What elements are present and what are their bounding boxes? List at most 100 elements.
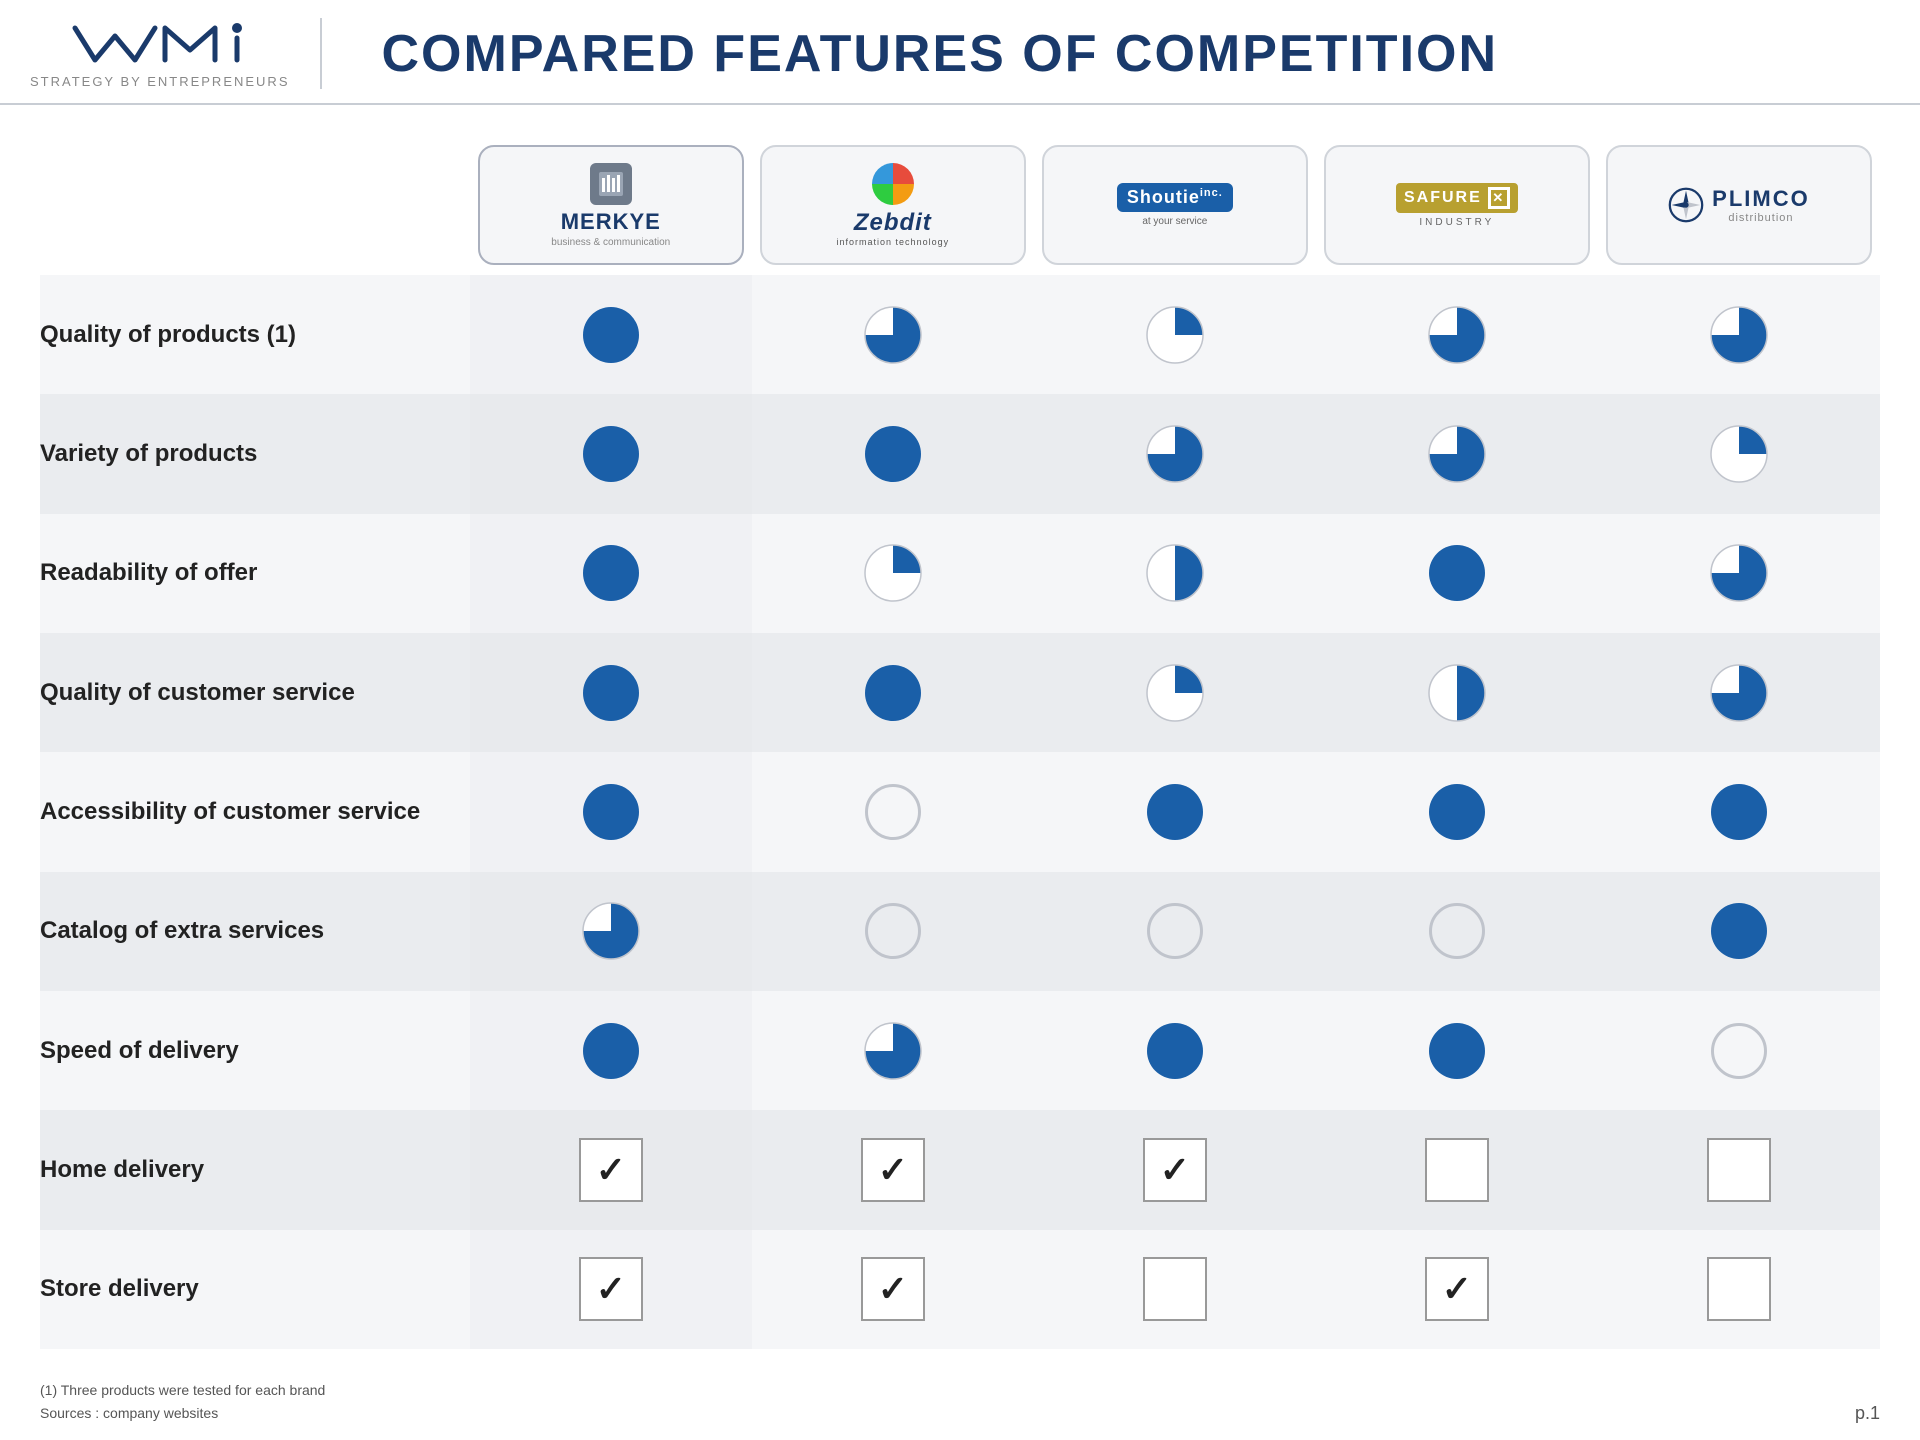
safure-card: SAFURE ✕ INDUSTRY bbox=[1324, 145, 1590, 265]
circle-container bbox=[752, 872, 1034, 991]
feature-value-cell bbox=[1034, 275, 1316, 394]
circle-container bbox=[1316, 1110, 1598, 1229]
circle-container bbox=[1034, 752, 1316, 871]
circle-indicator bbox=[1425, 1019, 1489, 1083]
zebdit-circle-logo bbox=[872, 163, 914, 205]
circle-container bbox=[1034, 275, 1316, 394]
circle-container bbox=[1316, 752, 1598, 871]
logo-area: STRATEGY BY ENTREPRENEURS bbox=[30, 18, 322, 89]
table-row: Readability of offer bbox=[40, 514, 1880, 633]
circle-container bbox=[1316, 991, 1598, 1110]
feature-label: Quality of customer service bbox=[40, 633, 470, 752]
circle-container bbox=[1316, 872, 1598, 991]
feature-value-cell bbox=[1034, 1110, 1316, 1229]
feature-value-cell bbox=[1034, 633, 1316, 752]
feature-value-cell bbox=[1316, 752, 1598, 871]
checkbox-checked bbox=[861, 1138, 925, 1202]
feature-value-cell bbox=[470, 275, 752, 394]
shoutie-name: Shoutieinc. bbox=[1117, 183, 1233, 212]
feature-value-cell bbox=[1034, 872, 1316, 991]
feature-label: Readability of offer bbox=[40, 514, 470, 633]
feature-value-cell bbox=[752, 394, 1034, 513]
plimco-compass-icon bbox=[1668, 187, 1704, 223]
feature-value-cell bbox=[1316, 1110, 1598, 1229]
company-header-merkye: MERKYE business & communication bbox=[470, 135, 752, 275]
circle-container bbox=[752, 633, 1034, 752]
footer: (1) Three products were tested for each … bbox=[0, 1369, 1920, 1440]
feature-value-cell bbox=[470, 1110, 752, 1229]
feature-value-cell bbox=[1598, 633, 1880, 752]
circle-indicator bbox=[579, 422, 643, 486]
shoutie-sub: at your service bbox=[1142, 216, 1207, 227]
feature-value-cell bbox=[470, 514, 752, 633]
comparison-table: MERKYE business & communication Zebdit i… bbox=[40, 135, 1880, 1349]
feature-value-cell bbox=[1034, 752, 1316, 871]
feature-value-cell bbox=[752, 514, 1034, 633]
circle-container bbox=[1316, 514, 1598, 633]
feature-value-cell bbox=[1598, 872, 1880, 991]
main-content: MERKYE business & communication Zebdit i… bbox=[0, 105, 1920, 1369]
zebdit-card: Zebdit information technology bbox=[760, 145, 1026, 265]
circle-container bbox=[752, 275, 1034, 394]
circle-container bbox=[1034, 633, 1316, 752]
feature-value-cell bbox=[752, 1230, 1034, 1349]
circle-container bbox=[1034, 872, 1316, 991]
circle-container bbox=[1034, 1110, 1316, 1229]
feature-value-cell bbox=[1034, 991, 1316, 1110]
feature-value-cell bbox=[470, 394, 752, 513]
circle-container bbox=[470, 991, 752, 1110]
checkbox-checked bbox=[1143, 1138, 1207, 1202]
checkbox-checked bbox=[861, 1257, 925, 1321]
plimco-card: PLIMCO distribution bbox=[1606, 145, 1872, 265]
circle-container bbox=[1598, 991, 1880, 1110]
feature-value-cell bbox=[470, 872, 752, 991]
footer-note-line2: Sources : company websites bbox=[40, 1402, 325, 1424]
checkbox-checked bbox=[579, 1257, 643, 1321]
plimco-text: PLIMCO distribution bbox=[1712, 186, 1810, 224]
feature-value-cell bbox=[752, 991, 1034, 1110]
feature-value-cell bbox=[1316, 394, 1598, 513]
zebdit-name: Zebdit bbox=[854, 209, 932, 237]
footer-note-line1: (1) Three products were tested for each … bbox=[40, 1379, 325, 1401]
circle-indicator bbox=[861, 899, 925, 963]
circle-container bbox=[1316, 394, 1598, 513]
page: STRATEGY BY ENTREPRENEURS COMPARED FEATU… bbox=[0, 0, 1920, 1440]
circle-container bbox=[470, 633, 752, 752]
company-header-zebdit: Zebdit information technology bbox=[752, 135, 1034, 275]
header: STRATEGY BY ENTREPRENEURS COMPARED FEATU… bbox=[0, 0, 1920, 105]
circle-container bbox=[1598, 1230, 1880, 1349]
checkbox-checked bbox=[579, 1138, 643, 1202]
feature-label: Accessibility of customer service bbox=[40, 752, 470, 871]
circle-indicator bbox=[579, 303, 643, 367]
shoutie-card: Shoutieinc. at your service bbox=[1042, 145, 1308, 265]
circle-container bbox=[752, 1110, 1034, 1229]
circle-indicator bbox=[1425, 422, 1489, 486]
circle-container bbox=[470, 514, 752, 633]
table-row: Quality of customer service bbox=[40, 633, 1880, 752]
feature-value-cell bbox=[752, 633, 1034, 752]
checkbox-empty bbox=[1425, 1138, 1489, 1202]
feature-value-cell bbox=[1034, 394, 1316, 513]
plimco-name: PLIMCO bbox=[1712, 186, 1810, 212]
table-row: Accessibility of customer service bbox=[40, 752, 1880, 871]
circle-indicator bbox=[1143, 1019, 1207, 1083]
feature-value-cell bbox=[1598, 394, 1880, 513]
feature-value-cell bbox=[1316, 514, 1598, 633]
plimco-logo: PLIMCO distribution bbox=[1668, 186, 1810, 224]
feature-label: Store delivery bbox=[40, 1230, 470, 1349]
feature-label: Variety of products bbox=[40, 394, 470, 513]
circle-indicator bbox=[1425, 661, 1489, 725]
wmi-logo bbox=[65, 18, 255, 70]
table-row: Variety of products bbox=[40, 394, 1880, 513]
footer-note: (1) Three products were tested for each … bbox=[40, 1379, 325, 1424]
circle-indicator bbox=[1707, 422, 1771, 486]
feature-value-cell bbox=[752, 1110, 1034, 1229]
circle-indicator bbox=[1143, 303, 1207, 367]
circle-container bbox=[752, 991, 1034, 1110]
table-row: Store delivery bbox=[40, 1230, 1880, 1349]
circle-container bbox=[1034, 1230, 1316, 1349]
plimco-sub: distribution bbox=[1712, 212, 1810, 224]
table-row: Catalog of extra services bbox=[40, 872, 1880, 991]
circle-container bbox=[1598, 752, 1880, 871]
safure-sub: INDUSTRY bbox=[1419, 217, 1494, 228]
